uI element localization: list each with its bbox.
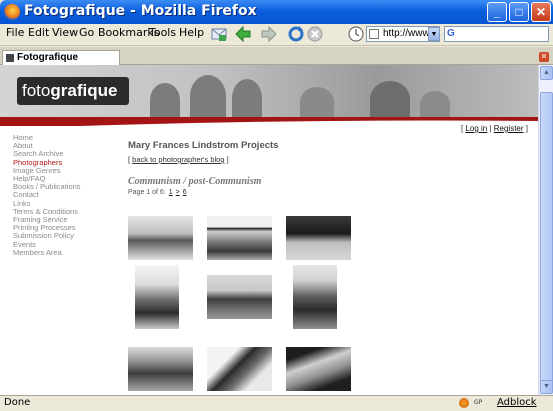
- status-bar: Done GP Adblock: [0, 395, 553, 411]
- menu-file[interactable]: File: [6, 26, 24, 39]
- register-link[interactable]: Register: [494, 124, 524, 133]
- vertical-scrollbar[interactable]: ▲ ▼: [538, 65, 553, 395]
- scroll-up-icon[interactable]: ▲: [540, 66, 553, 80]
- window-title: Fotografique - Mozilla Firefox: [24, 3, 257, 19]
- tab-favicon: [6, 54, 14, 62]
- status-text: Done: [4, 397, 31, 408]
- mail-icon[interactable]: [210, 25, 228, 43]
- photo-thumbnail[interactable]: [207, 216, 272, 260]
- site-logo[interactable]: fotografique: [17, 77, 129, 105]
- menu-tools[interactable]: Tools: [149, 26, 176, 39]
- search-input[interactable]: G: [444, 26, 549, 42]
- page-viewport: fotografique [ Log in | Register ] Home …: [0, 65, 538, 395]
- menu-edit[interactable]: Edit: [28, 26, 49, 39]
- nav-members-area[interactable]: Members Area: [13, 248, 81, 257]
- page-count: Page 1 of 6:: [128, 189, 166, 196]
- menu-go[interactable]: Go: [79, 26, 94, 39]
- banner-silhouette: [370, 81, 410, 117]
- reload-icon[interactable]: [287, 25, 305, 43]
- close-button[interactable]: ✕: [531, 2, 551, 22]
- forward-arrow-icon[interactable]: [260, 25, 278, 43]
- gp-status[interactable]: GP: [474, 399, 482, 406]
- pager-page-1[interactable]: 1: [169, 189, 173, 196]
- window-titlebar: Fotografique - Mozilla Firefox _ □ ✕: [0, 0, 553, 24]
- tab-strip: Fotografique ✕: [0, 47, 553, 65]
- banner-silhouette: [300, 87, 334, 117]
- minimize-button[interactable]: _: [487, 2, 507, 22]
- google-icon: G: [447, 28, 455, 39]
- back-arrow-icon[interactable]: [234, 25, 252, 43]
- project-title: Communism / post-Communism: [128, 176, 262, 187]
- banner-silhouette: [190, 75, 226, 117]
- menu-help[interactable]: Help: [179, 26, 204, 39]
- banner-red-stripe: [0, 117, 538, 126]
- firefox-status-icon[interactable]: [459, 398, 469, 408]
- photo-thumbnail[interactable]: [286, 216, 351, 260]
- login-link[interactable]: Log in: [465, 124, 487, 133]
- banner-silhouette: [150, 83, 180, 117]
- close-tab-icon[interactable]: ✕: [539, 52, 549, 62]
- photo-thumbnail[interactable]: [128, 216, 193, 260]
- pager-next[interactable]: >: [176, 189, 180, 196]
- tab-fotografique[interactable]: Fotografique: [2, 50, 120, 65]
- banner-silhouette: [232, 79, 262, 117]
- scroll-down-icon[interactable]: ▼: [540, 380, 553, 394]
- menu-view[interactable]: View: [52, 26, 78, 39]
- maximize-button[interactable]: □: [509, 2, 529, 22]
- back-to-blog-link[interactable]: back to photographer's blog: [132, 155, 224, 164]
- page-title: Mary Frances Lindstrom Projects: [128, 140, 279, 151]
- photo-thumbnail[interactable]: [135, 265, 179, 329]
- firefox-icon: [4, 4, 20, 20]
- stop-icon[interactable]: [306, 25, 324, 43]
- adblock-link[interactable]: Adblock: [497, 397, 537, 408]
- auth-links: [ Log in | Register ]: [460, 124, 528, 133]
- back-link-wrapper: [ back to photographer's blog ]: [128, 155, 229, 164]
- scrollbar-thumb[interactable]: [540, 92, 553, 392]
- page-favicon: [369, 29, 379, 39]
- photo-thumbnail[interactable]: [286, 347, 351, 391]
- photo-thumbnail[interactable]: [128, 347, 193, 391]
- left-navigation: Home About Search Archive Photographers …: [13, 133, 81, 257]
- pager: Page 1 of 6: 1 >6: [128, 189, 187, 196]
- url-dropdown-icon[interactable]: ▼: [428, 27, 440, 41]
- history-clock-icon[interactable]: [347, 25, 365, 43]
- site-banner: fotografique: [0, 65, 538, 117]
- photo-thumbnail[interactable]: [207, 347, 272, 391]
- photo-thumbnail[interactable]: [207, 275, 272, 319]
- photo-thumbnail[interactable]: [293, 265, 337, 329]
- pager-last[interactable]: 6: [183, 189, 187, 196]
- banner-silhouette: [420, 91, 450, 117]
